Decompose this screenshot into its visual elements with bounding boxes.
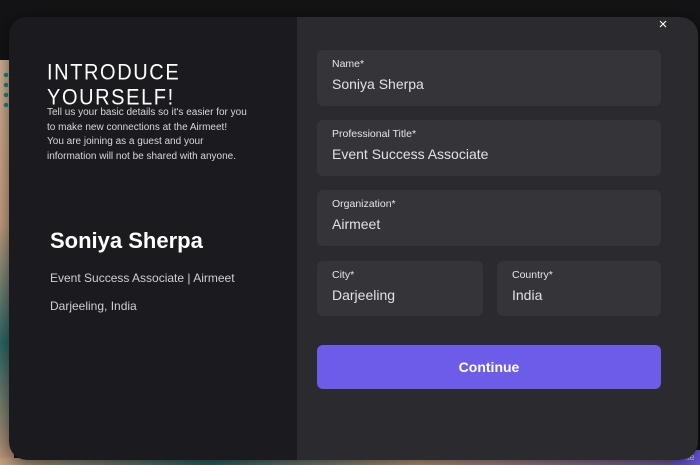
intro-line: information will not be shared with anyo… <box>47 150 236 162</box>
professional-title-field[interactable]: Professional Title* <box>317 120 661 176</box>
name-input[interactable] <box>332 76 646 92</box>
city-input[interactable] <box>332 287 468 303</box>
preview-location: Darjeeling, India <box>50 299 137 313</box>
name-label: Name* <box>332 58 365 70</box>
modal-heading: INTRODUCE YOURSELF! <box>47 60 181 111</box>
preview-title: Event Success Associate | Airmeet <box>50 271 235 285</box>
organization-field[interactable]: Organization* <box>317 190 661 246</box>
country-input[interactable] <box>512 287 646 303</box>
professional-title-label: Professional Title* <box>332 128 417 140</box>
organization-input[interactable] <box>332 216 646 232</box>
country-field[interactable]: Country* <box>497 261 661 316</box>
preview-name: Soniya Sherpa <box>50 228 203 253</box>
preview-panel: INTRODUCE YOURSELF! Tell us your basic d… <box>9 17 297 460</box>
name-field[interactable]: Name* <box>317 50 661 106</box>
organization-label: Organization* <box>332 198 396 210</box>
city-field[interactable]: City* <box>317 261 483 316</box>
intro-text: Tell us your basic details so it's easie… <box>47 106 277 164</box>
close-icon[interactable]: × <box>656 17 670 32</box>
professional-title-input[interactable] <box>332 146 646 162</box>
intro-line: to make new connections at the Airmeet! <box>47 121 228 133</box>
continue-button[interactable]: Continue <box>317 345 661 389</box>
country-label: Country* <box>512 269 553 281</box>
intro-line: Tell us your basic details so it's easie… <box>47 107 247 118</box>
city-label: City* <box>332 269 355 281</box>
intro-line: You are joining as a guest and your <box>47 136 204 147</box>
